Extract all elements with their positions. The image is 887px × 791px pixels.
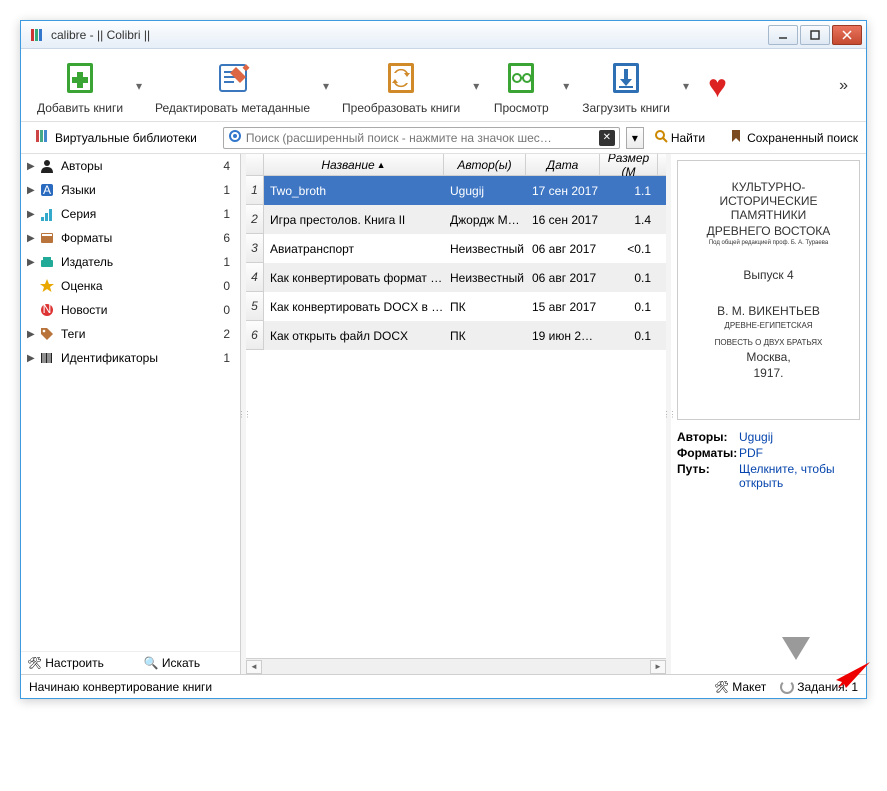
tag-icon <box>37 325 57 343</box>
horizontal-scrollbar[interactable]: ◄► <box>246 658 666 674</box>
news-icon: N <box>37 301 57 319</box>
barcode-icon <box>37 349 57 367</box>
download-books-button[interactable]: Загрузить книги <box>576 55 676 117</box>
add-books-dropdown[interactable]: ▾ <box>131 65 147 107</box>
edit-metadata-dropdown[interactable]: ▾ <box>318 65 334 107</box>
book-list: Название▲ Автор(ы) Дата Размер (М 1Two_b… <box>246 154 666 674</box>
lang-icon: A <box>37 181 57 199</box>
window-title: calibre - || Colibri || <box>51 28 766 42</box>
toolbar-overflow-button[interactable]: » <box>831 77 856 95</box>
col-size[interactable]: Размер (М <box>600 154 658 175</box>
table-row[interactable]: 2Игра престолов. Книга IIДжордж М…16 сен… <box>246 205 666 234</box>
main-toolbar: Добавить книги ▾ Редактировать метаданны… <box>21 49 866 122</box>
saved-search-button[interactable]: Сохраненный поиск <box>729 129 858 146</box>
person-icon <box>37 157 57 175</box>
search-sidebar-button[interactable]: 🔍Искать <box>144 656 200 670</box>
sidebar-item-identifiers[interactable]: ▶Идентификаторы1 <box>21 346 240 370</box>
app-window: calibre - || Colibri || Добавить книги ▾… <box>20 20 867 699</box>
meta-path-link[interactable]: Щелкните, чтобы открыть <box>739 462 860 490</box>
clear-search-icon[interactable]: ✕ <box>599 130 615 146</box>
table-row[interactable]: 6Как открыть файл DOCXПК19 июн 2…0.1 <box>246 321 666 350</box>
gear-icon[interactable] <box>228 129 242 146</box>
convert-books-dropdown[interactable]: ▾ <box>468 65 484 107</box>
sidebar-item-rating[interactable]: ▶Оценка0 <box>21 274 240 298</box>
close-button[interactable] <box>832 25 862 45</box>
meta-authors-label: Авторы: <box>677 430 739 444</box>
find-button[interactable]: Найти <box>650 129 709 146</box>
col-author[interactable]: Автор(ы) <box>444 154 526 175</box>
meta-authors-link[interactable]: Ugugij <box>739 430 860 444</box>
sidebar-item-formats[interactable]: ▶Форматы6 <box>21 226 240 250</box>
table-row[interactable]: 1Two_brothUgugij17 сен 20171.1 <box>246 176 666 205</box>
sidebar: ▶Авторы4 ▶AЯзыки1 ▶Серия1 ▶Форматы6 ▶Изд… <box>21 154 241 674</box>
layout-button[interactable]: 🛠Макет <box>714 680 766 694</box>
searchbar: Виртуальные библиотеки ✕ ▾ Найти Сохране… <box>21 122 866 154</box>
meta-formats-link[interactable]: PDF <box>739 446 860 460</box>
sidebar-item-tags[interactable]: ▶Теги2 <box>21 322 240 346</box>
magnifier-icon: 🔍 <box>144 656 159 670</box>
formats-icon <box>37 229 57 247</box>
col-date[interactable]: Дата <box>526 154 600 175</box>
edit-metadata-button[interactable]: Редактировать метаданные <box>149 55 316 117</box>
series-icon <box>37 205 57 223</box>
search-input-wrap: ✕ <box>223 127 620 149</box>
add-books-icon <box>59 57 101 99</box>
convert-books-button[interactable]: Преобразовать книги <box>336 55 466 117</box>
magnifier-icon <box>654 129 668 146</box>
col-title[interactable]: Название▲ <box>264 154 444 175</box>
view-button[interactable]: Просмотр <box>486 55 556 117</box>
sidebar-item-authors[interactable]: ▶Авторы4 <box>21 154 240 178</box>
sidebar-item-languages[interactable]: ▶AЯзыки1 <box>21 178 240 202</box>
book-detail-panel: КУЛЬТУРНО-ИСТОРИЧЕСКИЕ ПАМЯТНИКИ ДРЕВНЕГ… <box>671 154 866 674</box>
book-cover[interactable]: КУЛЬТУРНО-ИСТОРИЧЕСКИЕ ПАМЯТНИКИ ДРЕВНЕГ… <box>677 160 860 420</box>
titlebar[interactable]: calibre - || Colibri || <box>21 21 866 49</box>
maximize-button[interactable] <box>800 25 830 45</box>
wrench-icon: 🛠 <box>714 680 729 694</box>
donate-icon[interactable]: ♥ <box>708 68 727 105</box>
search-input[interactable] <box>242 131 599 145</box>
virtual-libraries-button[interactable]: Виртуальные библиотеки <box>29 126 203 149</box>
statusbar: Начинаю конвертирование книги 🛠Макет Зад… <box>21 674 866 698</box>
books-icon <box>35 128 51 147</box>
edit-meta-icon <box>212 57 254 99</box>
spinner-icon <box>780 680 794 694</box>
bookmark-icon <box>729 129 743 146</box>
add-books-button[interactable]: Добавить книги <box>31 55 129 117</box>
svg-text:N: N <box>43 302 52 316</box>
sidebar-item-publisher[interactable]: ▶Издатель1 <box>21 250 240 274</box>
star-icon <box>37 277 57 295</box>
download-icon <box>605 57 647 99</box>
wrench-icon: 🛠 <box>27 656 42 670</box>
meta-formats-label: Форматы: <box>677 446 739 460</box>
search-history-dropdown[interactable]: ▾ <box>626 127 644 149</box>
table-row[interactable]: 3АвиатранспортНеизвестный06 авг 2017<0.1 <box>246 234 666 263</box>
content-area: ▶Авторы4 ▶AЯзыки1 ▶Серия1 ▶Форматы6 ▶Изд… <box>21 154 866 674</box>
configure-button[interactable]: 🛠Настроить <box>27 656 104 670</box>
meta-path-label: Путь: <box>677 462 739 476</box>
svg-text:A: A <box>43 183 51 197</box>
convert-icon <box>380 57 422 99</box>
download-books-dropdown[interactable]: ▾ <box>678 65 694 107</box>
app-icon <box>29 27 45 43</box>
sidebar-item-news[interactable]: ▶NНовости0 <box>21 298 240 322</box>
sort-asc-icon: ▲ <box>377 160 386 170</box>
view-dropdown[interactable]: ▾ <box>558 65 574 107</box>
view-icon <box>500 57 542 99</box>
publisher-icon <box>37 253 57 271</box>
col-number[interactable] <box>246 154 264 175</box>
minimize-button[interactable] <box>768 25 798 45</box>
jobs-button[interactable]: Задания: 1 <box>780 680 858 694</box>
sidebar-item-series[interactable]: ▶Серия1 <box>21 202 240 226</box>
table-row[interactable]: 4Как конвертировать формат …Неизвестный0… <box>246 263 666 292</box>
table-row[interactable]: 5Как конвертировать DOCX в …ПК15 авг 201… <box>246 292 666 321</box>
book-list-header: Название▲ Автор(ы) Дата Размер (М <box>246 154 666 176</box>
status-text: Начинаю конвертирование книги <box>29 680 700 694</box>
